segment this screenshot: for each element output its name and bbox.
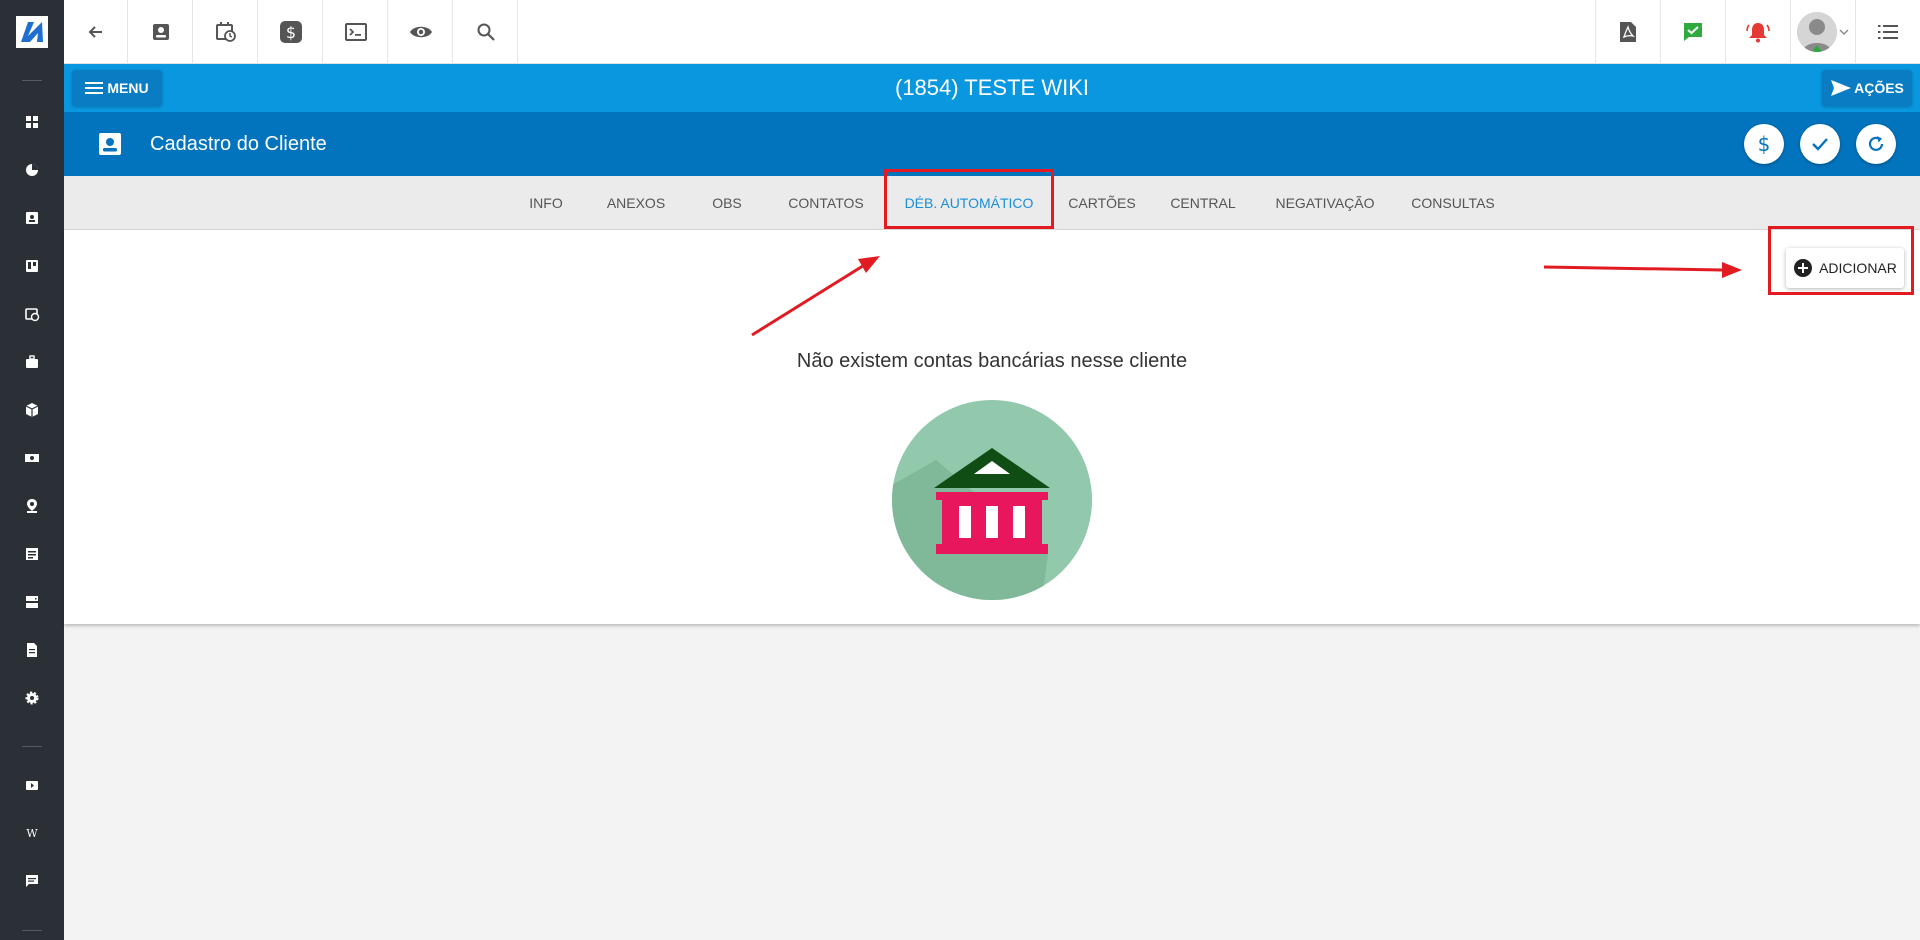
tab-contatos[interactable]: CONTATOS bbox=[768, 176, 884, 230]
terminal-button[interactable] bbox=[324, 0, 388, 64]
list-icon bbox=[1877, 25, 1898, 39]
briefcase-icon[interactable] bbox=[24, 354, 40, 370]
money-bill-icon[interactable] bbox=[24, 450, 40, 466]
list-menu-button[interactable] bbox=[1855, 0, 1919, 64]
svg-text:$: $ bbox=[285, 23, 295, 42]
terminal-icon bbox=[344, 23, 367, 41]
top-toolbar: $ bbox=[64, 0, 1920, 64]
contact-card-icon bbox=[98, 132, 122, 156]
kanban-board-icon[interactable] bbox=[24, 258, 40, 274]
notifications-button[interactable] bbox=[1725, 0, 1789, 64]
tab-info[interactable]: INFO bbox=[506, 176, 586, 230]
tab-negativacao[interactable]: NEGATIVAÇÃO bbox=[1256, 176, 1394, 230]
annotation-highlight-tab bbox=[884, 169, 1054, 229]
tab-obs[interactable]: OBS bbox=[686, 176, 768, 230]
send-icon bbox=[1831, 80, 1852, 96]
search-icon bbox=[477, 23, 495, 41]
video-icon[interactable] bbox=[24, 777, 40, 793]
contacts-button[interactable] bbox=[129, 0, 193, 64]
chevron-down-icon bbox=[1839, 29, 1848, 35]
hamburger-icon bbox=[85, 82, 104, 94]
left-sidebar: W bbox=[0, 0, 64, 940]
pdf-icon bbox=[1619, 22, 1636, 42]
content-card: ADICIONAR Não existem contas bancárias n… bbox=[64, 230, 1920, 624]
tab-consultas[interactable]: CONSULTAS bbox=[1394, 176, 1512, 230]
actions-label: AÇÕES bbox=[1854, 80, 1904, 96]
user-menu[interactable] bbox=[1790, 0, 1854, 64]
eye-icon bbox=[409, 26, 432, 38]
annotation-highlight-add bbox=[1768, 226, 1914, 295]
sidebar-divider bbox=[22, 746, 42, 747]
check-icon bbox=[1812, 138, 1828, 151]
menu-label: MENU bbox=[107, 80, 149, 96]
file-text-icon[interactable] bbox=[24, 642, 40, 658]
sidebar-divider bbox=[22, 930, 42, 931]
user-avatar bbox=[1796, 12, 1837, 52]
pie-chart-icon[interactable] bbox=[24, 162, 40, 178]
schedule-button[interactable] bbox=[194, 0, 258, 64]
refresh-icon bbox=[1868, 136, 1884, 151]
dashboard-icon[interactable] bbox=[24, 114, 40, 130]
actions-button[interactable]: AÇÕES bbox=[1822, 70, 1912, 106]
refresh-circle-button[interactable] bbox=[1856, 124, 1896, 164]
page-title: (1854) TESTE WIKI bbox=[895, 75, 1089, 100]
document-list-icon[interactable] bbox=[24, 546, 40, 562]
search-button[interactable] bbox=[454, 0, 518, 64]
tab-anexos[interactable]: ANEXOS bbox=[586, 176, 686, 230]
back-arrow-icon bbox=[88, 26, 102, 38]
app-logo[interactable] bbox=[16, 16, 48, 48]
calendar-clock-icon bbox=[215, 22, 236, 42]
contact-card-icon bbox=[152, 24, 169, 40]
chat-icon[interactable] bbox=[24, 873, 40, 889]
map-pin-icon[interactable] bbox=[24, 498, 40, 514]
wiki-icon[interactable]: W bbox=[24, 825, 40, 841]
section-title: Cadastro do Cliente bbox=[150, 133, 327, 155]
finance-circle-button[interactable]: $ bbox=[1744, 124, 1784, 164]
view-button[interactable] bbox=[389, 0, 453, 64]
sidebar-divider bbox=[22, 80, 42, 81]
chat-check-icon bbox=[1683, 23, 1702, 41]
calendar-clock-icon[interactable] bbox=[24, 306, 40, 322]
package-icon[interactable] bbox=[24, 402, 40, 418]
back-button[interactable] bbox=[64, 0, 128, 64]
dollar-icon: $ bbox=[279, 21, 302, 43]
bank-building-icon bbox=[892, 400, 1092, 600]
svg-text:$: $ bbox=[1758, 133, 1771, 155]
menu-button[interactable]: MENU bbox=[72, 70, 162, 106]
messages-button[interactable] bbox=[1660, 0, 1724, 64]
empty-state-message: Não existem contas bancárias nesse clien… bbox=[796, 350, 1188, 372]
contact-card-icon[interactable] bbox=[24, 210, 40, 226]
alarm-bell-icon bbox=[1745, 23, 1770, 43]
title-bar: (1854) TESTE WIKI MENU AÇÕES bbox=[64, 64, 1920, 112]
svg-text:W: W bbox=[26, 827, 38, 840]
tab-central[interactable]: CENTRAL bbox=[1150, 176, 1256, 230]
finance-button[interactable]: $ bbox=[259, 0, 323, 64]
section-header: Cadastro do Cliente $ bbox=[64, 112, 1920, 176]
pdf-button[interactable] bbox=[1595, 0, 1659, 64]
tab-cartoes[interactable]: CARTÕES bbox=[1054, 176, 1150, 230]
gear-icon[interactable] bbox=[24, 690, 40, 706]
dollar-icon: $ bbox=[1758, 133, 1771, 155]
confirm-circle-button[interactable] bbox=[1800, 124, 1840, 164]
server-icon[interactable] bbox=[24, 594, 40, 610]
